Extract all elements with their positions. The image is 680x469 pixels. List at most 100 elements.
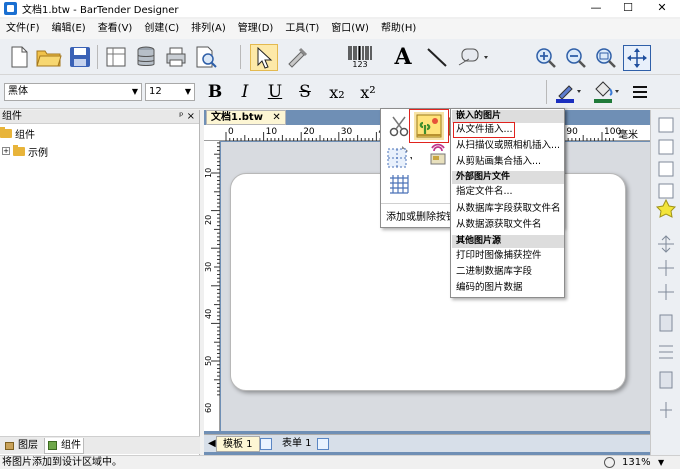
zoom-icon — [604, 457, 615, 468]
menu-create[interactable]: 创建(C) — [138, 19, 185, 39]
chevron-down-icon: ▼ — [131, 87, 138, 96]
ruler-tick-label: 20 — [303, 127, 315, 137]
zoom-in-icon[interactable] — [533, 45, 559, 69]
zoom-level[interactable]: 131% — [622, 456, 651, 469]
menu-binary-db-field[interactable]: 二进制数据库字段 — [452, 265, 564, 279]
menu-help[interactable]: 帮助(H) — [375, 19, 422, 39]
page-setup-icon[interactable] — [104, 45, 128, 69]
close-document-icon[interactable]: ✕ — [272, 112, 280, 123]
picture-source-menu: 嵌入的图片 从文件插入... 从扫描仪或照相机插入... 从剪贴画集合插入...… — [450, 108, 565, 298]
barcode-tool-icon[interactable]: 123 — [340, 45, 380, 69]
document-tab[interactable]: 文档1.btw ✕ — [206, 110, 286, 125]
bartender-app-icon — [4, 2, 17, 15]
main-toolbar: 123 A ⋮ — [0, 39, 680, 109]
subscript-button[interactable]: x₂ — [323, 79, 351, 105]
grid-dropdown-icon[interactable] — [386, 145, 412, 171]
menu-tools[interactable]: 工具(T) — [279, 19, 325, 39]
tab-nav-arrow-icon[interactable]: ◀ — [208, 436, 216, 452]
zoom-region-icon[interactable] — [593, 45, 619, 69]
fill-color-icon[interactable] — [591, 79, 621, 105]
left-panel-tabs: 图层 组件 — [0, 436, 200, 454]
font-name-select[interactable]: 黑体 ▼ — [4, 83, 142, 101]
superscript-button[interactable]: x² — [354, 79, 382, 105]
status-bar: 将图片添加到设计区域中。 131% ▼ — [0, 455, 680, 469]
alignment-tools-icons[interactable] — [651, 110, 680, 455]
print-icon[interactable] — [164, 45, 188, 69]
zoom-out-icon[interactable] — [563, 45, 589, 69]
document-tab-label: 文档1.btw — [211, 112, 263, 123]
template-tabs: ◀ 模板 1 表单 1 — [204, 434, 650, 452]
tree-item-label: 示例 — [28, 147, 48, 159]
folder-icon — [13, 144, 25, 156]
close-window-button[interactable]: ✕ — [646, 0, 678, 17]
toolbar-separator — [546, 80, 547, 104]
ruler-tick-label: 60 — [204, 403, 213, 413]
alignment-toolbar — [650, 110, 680, 455]
shape-tool-icon[interactable] — [456, 45, 492, 69]
ruler-unit-label: 毫米 — [618, 130, 638, 141]
tab-form-1[interactable]: 表单 1 — [278, 436, 316, 452]
ruler-vertical: 10 20 30 40 50 60 — [204, 141, 220, 431]
menu-encoded-picture-data[interactable]: 编码的图片数据 — [452, 281, 564, 295]
font-size-select[interactable]: 12 ▼ — [145, 83, 195, 101]
tab-label: 图层 — [18, 440, 38, 451]
table-grid-icon[interactable] — [386, 171, 412, 197]
minimize-button[interactable]: — — [580, 0, 612, 17]
line-color-icon[interactable] — [553, 79, 583, 105]
tree-item-examples[interactable]: + 示例 — [2, 144, 48, 159]
ruler-tick-label: 20 — [204, 215, 213, 225]
rfid-icon[interactable] — [425, 141, 451, 167]
layers-icon — [5, 442, 14, 450]
menu-window[interactable]: 窗口(W) — [325, 19, 375, 39]
tab-layers[interactable]: 图层 — [2, 438, 42, 454]
text-tool-icon[interactable]: A — [390, 43, 416, 71]
ruler-tick-label: 30 — [204, 262, 213, 272]
bold-button[interactable]: B — [203, 79, 227, 105]
new-document-icon[interactable] — [8, 45, 30, 69]
add-template-icon[interactable] — [260, 438, 272, 450]
selection-tool-icon[interactable] — [250, 44, 278, 71]
underline-button[interactable]: U — [263, 79, 287, 105]
tab-components[interactable]: 组件 — [44, 438, 84, 454]
maximize-button[interactable]: ☐ — [612, 0, 644, 17]
print-preview-icon[interactable] — [194, 45, 220, 69]
components-panel-header: 组件 ᵖ × — [0, 110, 199, 124]
ruler-tick-label: 10 — [204, 168, 213, 178]
menu-arrange[interactable]: 排列(A) — [185, 19, 232, 39]
fit-to-window-icon[interactable] — [623, 45, 651, 71]
italic-button[interactable]: I — [233, 79, 257, 105]
add-form-icon[interactable] — [317, 438, 329, 450]
components-panel: 组件 ᵖ × 组件 + 示例 — [0, 110, 200, 455]
menu-view[interactable]: 查看(V) — [92, 19, 139, 39]
strikethrough-button[interactable]: S — [293, 79, 317, 105]
panel-pin-close-icon[interactable]: ᵖ × — [179, 110, 195, 124]
save-icon[interactable] — [68, 45, 92, 69]
menu-capture-control[interactable]: 打印时图像捕获控件 — [452, 249, 564, 263]
menu-insert-from-scanner[interactable]: 从扫描仪或照相机插入... — [452, 139, 564, 153]
toolbar-separator — [97, 45, 98, 69]
tab-template-1[interactable]: 模板 1 — [216, 436, 260, 452]
menu-insert-from-clipart[interactable]: 从剪贴画集合插入... — [452, 155, 564, 169]
tree-item-components[interactable]: 组件 — [0, 126, 35, 141]
menu-manage[interactable]: 管理(D) — [232, 19, 280, 39]
menu-filename-from-db-field[interactable]: 从数据库字段获取文件名 — [452, 202, 564, 216]
menu-filename-from-datasource[interactable]: 从数据源获取文件名 — [452, 218, 564, 232]
menu-file[interactable]: 文件(F) — [0, 19, 46, 39]
ruler-tick-label: 50 — [204, 356, 213, 366]
add-remove-buttons-link[interactable]: 添加或删除按钮 — [386, 208, 456, 223]
menu-edit[interactable]: 编辑(E) — [46, 19, 92, 39]
tree-expand-icon[interactable]: + — [2, 147, 10, 155]
picture-tool-icon[interactable] — [414, 112, 444, 140]
zoom-chevron-icon[interactable]: ▼ — [658, 456, 664, 469]
ruler-tick-label: 40 — [204, 309, 213, 319]
open-folder-icon[interactable] — [36, 45, 62, 69]
ruler-tick-label: 90 — [566, 127, 578, 137]
font-name-value: 黑体 — [8, 86, 28, 97]
format-painter-icon[interactable] — [284, 45, 310, 69]
line-style-icon[interactable] — [629, 79, 651, 105]
ruler-vertical-ticks: 10 20 30 40 50 60 — [204, 142, 220, 413]
line-tool-icon[interactable] — [424, 45, 450, 69]
menu-specify-filename[interactable]: 指定文件名... — [452, 185, 564, 199]
database-icon[interactable] — [134, 45, 158, 69]
window-title: 文档1.btw - BarTender Designer — [22, 5, 179, 16]
